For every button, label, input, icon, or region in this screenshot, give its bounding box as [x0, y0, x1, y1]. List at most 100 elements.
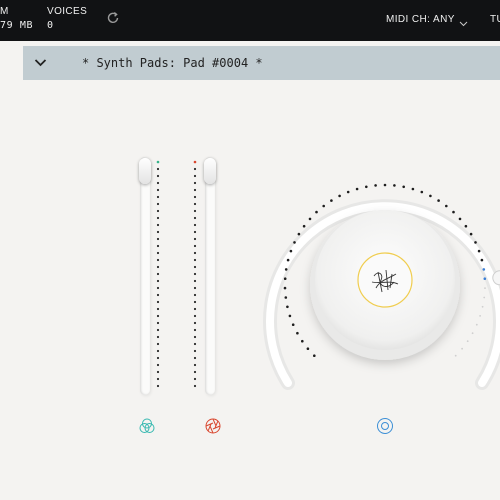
knob-scale-dot: [461, 347, 463, 350]
scale-dot: [156, 293, 160, 297]
scale-dot: [193, 181, 197, 185]
fader-marker: [156, 160, 160, 164]
scale-dot: [193, 209, 197, 213]
scale-dot: [193, 272, 197, 276]
scale-dot: [193, 258, 197, 262]
knob-scale-dot: [454, 354, 457, 357]
preset-name: * Synth Pads: Pad #0004 *: [82, 56, 263, 70]
midi-channel-select[interactable]: ANY: [432, 12, 472, 28]
fader-1-track[interactable]: [140, 157, 150, 395]
scale-dot: [156, 335, 160, 339]
scale-dot: [156, 188, 160, 192]
knob-scale-dot: [483, 296, 486, 299]
knob-scale-dot: [480, 258, 484, 262]
fader-1-handle[interactable]: [139, 158, 151, 184]
scale-dot: [156, 195, 160, 199]
scale-dot: [156, 321, 160, 325]
scale-dot: [193, 237, 197, 241]
knob-scale-dot: [482, 268, 486, 271]
knob-scale-dot: [286, 305, 289, 309]
scale-dot: [156, 237, 160, 241]
knob-scale-dot: [458, 217, 462, 221]
scale-dot: [193, 230, 197, 234]
scale-dot: [193, 244, 197, 248]
knob-scale-dot: [479, 315, 481, 317]
knob-scale-dot: [315, 210, 318, 214]
knob-scale-dot: [474, 241, 477, 244]
knob-scale-dot: [288, 314, 292, 318]
scale-dot: [193, 377, 197, 381]
knob-scale-dot: [437, 199, 440, 202]
scale-dot: [156, 363, 160, 367]
chevron-down-icon[interactable]: [34, 56, 47, 74]
main-knob[interactable]: [250, 150, 500, 400]
knob-scale-dot: [469, 232, 473, 236]
knob-scale-dot: [289, 249, 293, 253]
knob-scale-dot: [308, 217, 312, 221]
scale-dot: [156, 223, 160, 227]
fader-marker: [193, 160, 197, 164]
reload-icon[interactable]: [106, 11, 120, 30]
scale-dot: [156, 167, 160, 171]
scale-dot: [193, 167, 197, 171]
scale-dot: [193, 300, 197, 304]
scale-dot: [156, 300, 160, 304]
knob-scale-dot: [284, 268, 288, 271]
scale-dot: [193, 293, 197, 297]
knob-scale-dot: [374, 184, 377, 187]
scale-dot: [156, 384, 160, 388]
scale-dot: [156, 356, 160, 360]
scale-dot: [193, 335, 197, 339]
scale-dot: [156, 286, 160, 290]
midi-channel-value: ANY: [433, 14, 455, 25]
knob-scale-dot: [355, 187, 359, 191]
knob-scale-dot: [452, 210, 455, 214]
knob-scale-dot: [296, 331, 299, 335]
fader-2-track[interactable]: [205, 157, 215, 395]
scale-dot: [156, 265, 160, 269]
scale-dot: [156, 314, 160, 318]
knob-scale-dot: [483, 277, 487, 280]
top-bar: M 79 MB VOICES 0 MIDI CH: ANY TU: [0, 0, 500, 41]
memory-value: 79 MB: [0, 20, 34, 31]
chevron-down-icon: [459, 15, 468, 33]
memory-label: M: [0, 6, 9, 17]
tune-label[interactable]: TU: [490, 14, 500, 25]
knob-scale-dot: [466, 340, 469, 343]
knob-scale-dot: [471, 332, 474, 335]
scale-dot: [193, 370, 197, 374]
knob-scale-dot: [464, 224, 468, 228]
scale-dot: [193, 188, 197, 192]
aperture-icon[interactable]: [204, 417, 222, 440]
scale-dot: [156, 377, 160, 381]
knob-scale-dot: [477, 249, 481, 253]
scale-dot: [193, 321, 197, 325]
scale-dot: [193, 314, 197, 318]
knob-scale-dot: [293, 241, 296, 244]
fader-2-handle[interactable]: [204, 158, 216, 184]
scale-dot: [156, 307, 160, 311]
scale-dot: [156, 230, 160, 234]
knob-scale-dot: [346, 190, 350, 194]
preset-selector[interactable]: * Synth Pads: Pad #0004 *: [23, 46, 500, 80]
scale-dot: [193, 307, 197, 311]
scale-dot: [193, 279, 197, 283]
knob-scale-dot: [429, 194, 432, 198]
knob-scale-dot: [420, 190, 424, 194]
knob-scale-dot: [393, 184, 396, 187]
scale-dot: [156, 342, 160, 346]
tri-circles-icon[interactable]: [138, 417, 156, 440]
scale-dot: [156, 181, 160, 185]
knob-scale-dot: [330, 199, 333, 202]
scale-dot: [193, 328, 197, 332]
scale-dot: [156, 328, 160, 332]
knob-scale-dot: [383, 183, 387, 187]
knob-scale-dot: [484, 287, 486, 289]
scale-dot: [193, 216, 197, 220]
concentric-circle-icon[interactable]: [376, 417, 394, 440]
scale-dot: [156, 258, 160, 262]
scale-dot: [156, 349, 160, 353]
voices-value: 0: [47, 20, 54, 31]
knob-scale-dot: [286, 258, 290, 262]
scale-dot: [156, 209, 160, 213]
